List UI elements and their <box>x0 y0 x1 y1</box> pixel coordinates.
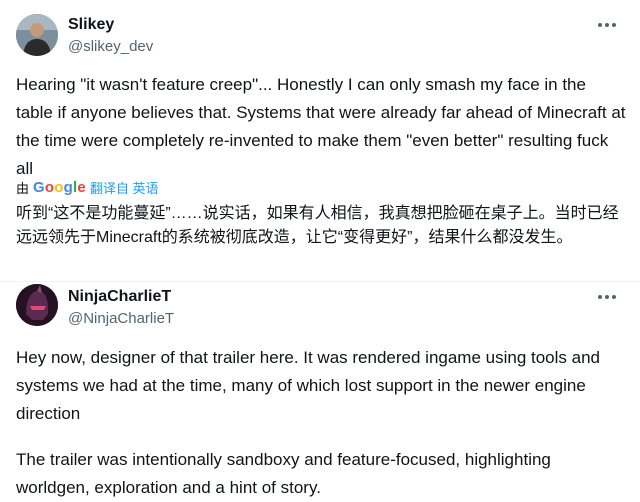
post-ninjacharliet[interactable]: NinjaCharlieT @NinjaCharlieT Hey now, de… <box>0 282 640 498</box>
author-handle[interactable]: @slikey_dev <box>68 38 153 55</box>
person-avatar-icon[interactable] <box>16 14 58 56</box>
author-handle[interactable]: @NinjaCharlieT <box>68 310 174 327</box>
author-name[interactable]: Slikey <box>68 16 114 34</box>
post-slikey[interactable]: Slikey @slikey_dev Hearing "it wasn't fe… <box>0 0 640 282</box>
translate-source-link[interactable]: 翻译自 英语 <box>90 178 159 197</box>
more-options-icon[interactable] <box>598 20 620 30</box>
translated-text: 听到“这不是功能蔓延”……说实话，如果有人相信，我真想把脸砸在桌子上。当时已经远… <box>16 205 619 246</box>
translation-attribution: 由 Google 翻译自 英语 <box>16 178 159 197</box>
translate-prefix: 由 <box>16 181 30 196</box>
post-text-paragraph: Hey now, designer of that trailer here. … <box>16 348 601 423</box>
author-name[interactable]: NinjaCharlieT <box>68 288 171 306</box>
more-options-icon[interactable] <box>598 292 620 302</box>
helmet-avatar-icon[interactable] <box>16 284 58 326</box>
post-text: Hearing "it wasn't feature creep"... Hon… <box>16 75 626 178</box>
google-logo-icon: Google <box>33 179 86 196</box>
post-text-paragraph: The trailer was intentionally sandboxy a… <box>16 450 551 497</box>
